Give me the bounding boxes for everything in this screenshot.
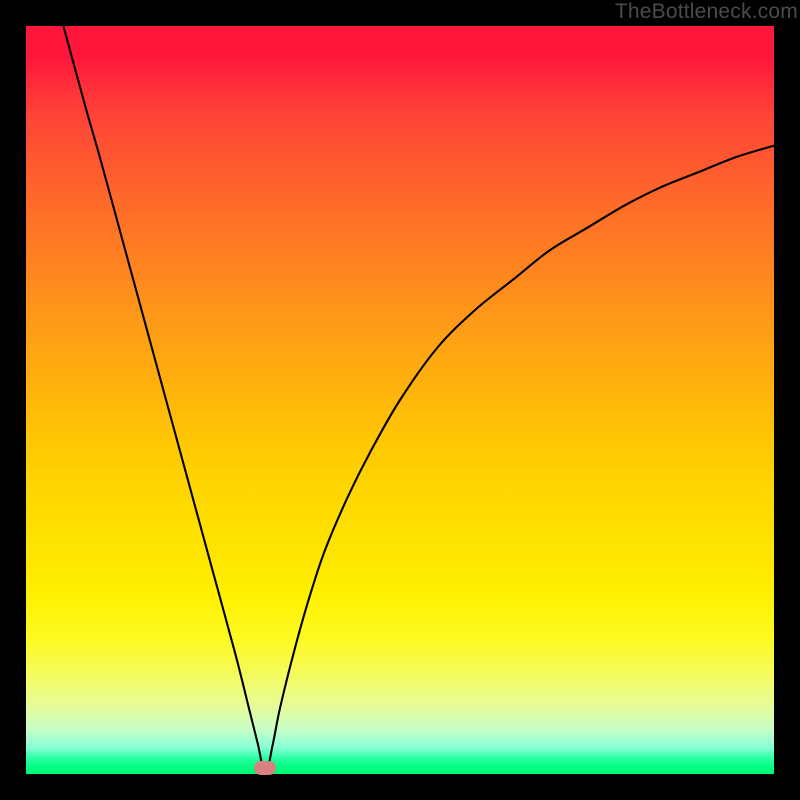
chart-gradient-background	[26, 26, 774, 774]
watermark-text: TheBottleneck.com	[615, 0, 798, 24]
optimal-point-marker	[254, 761, 276, 775]
chart-frame	[26, 26, 774, 774]
